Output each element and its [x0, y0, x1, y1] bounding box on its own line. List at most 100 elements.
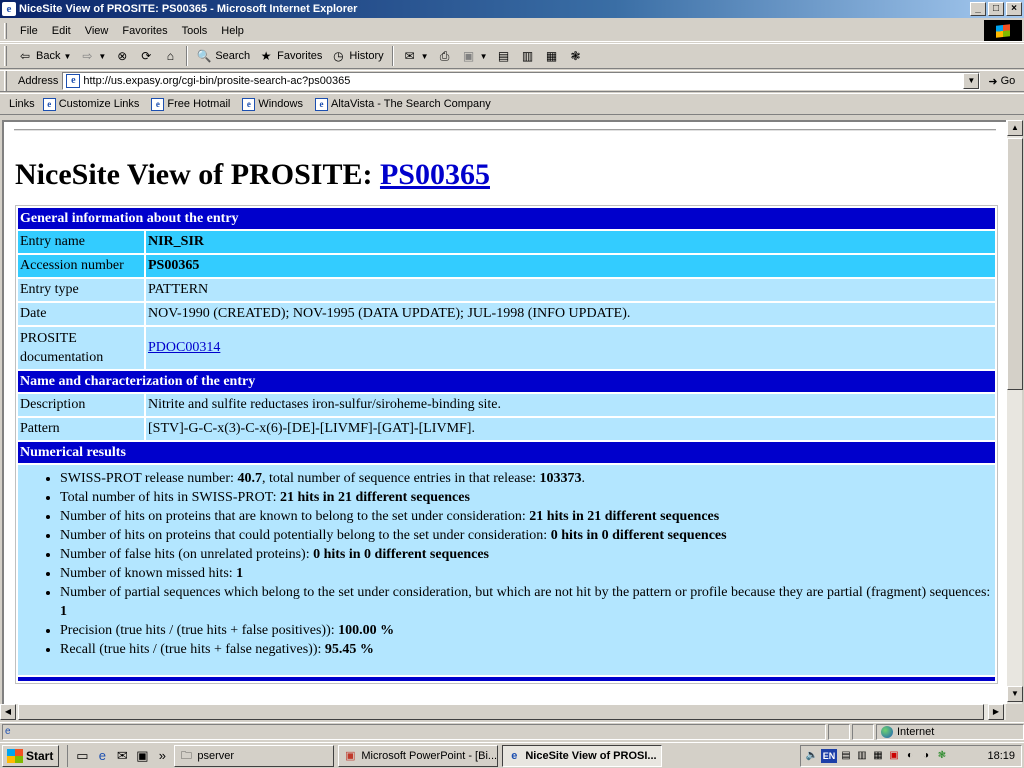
task-label: pserver: [197, 749, 235, 762]
scroll-left-icon[interactable]: ◀: [0, 704, 16, 720]
forward-button[interactable]: ⇨ ▼: [75, 46, 110, 66]
links-bar: Links e Customize Links e Free Hotmail e Wi…: [0, 93, 1024, 115]
address-input[interactable]: e http://us.expasy.org/cgi-bin/prosite-s…: [62, 72, 981, 90]
security-zone[interactable]: Internet: [876, 723, 1024, 740]
scroll-right-icon[interactable]: ▶: [988, 704, 1004, 720]
page-title: NiceSite View of PROSITE: PS00365: [15, 157, 998, 193]
settings-flower-icon: ❃: [570, 49, 581, 63]
system-tray: 🔈 EN ▤ ▥ ▦ ▣ ◐ ◑ ❃ 18:19: [800, 744, 1022, 767]
powerpoint-icon: ▣: [345, 749, 356, 762]
entry-type-label: Entry type: [18, 279, 144, 301]
horizontal-scroll-thumb[interactable]: [18, 704, 984, 720]
chevron-down-icon[interactable]: ▼: [480, 52, 488, 61]
link-label: Free Hotmail: [167, 98, 231, 110]
discuss-icon: ▤: [497, 49, 510, 63]
toolbar-grip[interactable]: [4, 71, 7, 91]
close-button[interactable]: ×: [1006, 2, 1022, 16]
list-item: Number of hits on proteins that could po…: [60, 526, 993, 545]
title-bar: e NiceSite View of PROSITE: PS00365 - Mi…: [0, 0, 1024, 18]
results-list: SWISS-PROT release number: 40.7, total n…: [60, 467, 993, 673]
start-label: Start: [26, 748, 54, 763]
page-viewport[interactable]: NiceSite View of PROSITE: PS00365 Genera…: [2, 120, 1006, 704]
link-customize[interactable]: e Customize Links: [42, 97, 139, 111]
discuss-button[interactable]: ▤: [492, 46, 516, 66]
refresh-button[interactable]: ⟳: [134, 46, 158, 66]
network-icon[interactable]: ▥: [855, 749, 869, 763]
show-desktop-icon[interactable]: ▭: [74, 748, 90, 764]
start-button[interactable]: Start: [2, 744, 60, 767]
menu-edit[interactable]: Edit: [45, 23, 78, 39]
maximize-button[interactable]: □: [988, 2, 1004, 16]
media-icon[interactable]: ◐: [903, 749, 917, 763]
menu-view[interactable]: View: [78, 23, 116, 39]
go-button[interactable]: ➜ Go: [988, 75, 1015, 88]
stop-button[interactable]: ⊗: [110, 46, 134, 66]
back-button[interactable]: ⇦ Back ▼: [13, 46, 75, 66]
section-numerical-header: Numerical results: [18, 442, 995, 463]
accession-link[interactable]: PS00365: [380, 158, 490, 191]
horizontal-scrollbar[interactable]: ◀ ▶: [0, 704, 1006, 720]
doc-link[interactable]: PDOC00314: [148, 340, 220, 355]
network-icon[interactable]: ▤: [839, 749, 853, 763]
scroll-thumb[interactable]: [1007, 138, 1023, 390]
search-button[interactable]: 🔍 Search: [192, 46, 254, 66]
messenger-button[interactable]: ▦: [540, 46, 564, 66]
list-item: Number of partial sequences which belong…: [60, 583, 993, 621]
home-button[interactable]: ⌂: [158, 46, 182, 66]
link-altavista[interactable]: e AltaVista - The Search Company: [314, 97, 491, 111]
clock[interactable]: 18:19: [987, 750, 1015, 762]
task-powerpoint[interactable]: ▣ Microsoft PowerPoint - [Bi...: [338, 744, 499, 767]
address-url[interactable]: http://us.expasy.org/cgi-bin/prosite-sea…: [83, 75, 963, 87]
ie-app-icon[interactable]: e: [2, 2, 16, 16]
status-text: e: [2, 723, 826, 740]
chevron-down-icon[interactable]: ▼: [421, 52, 429, 61]
links-label[interactable]: Links: [9, 98, 35, 110]
task-ie-nicesite[interactable]: e NiceSite View of PROSI...: [502, 744, 663, 767]
menu-file[interactable]: File: [13, 23, 45, 39]
history-button[interactable]: ◷ History: [326, 46, 387, 66]
edit-button[interactable]: ▣ ▼: [457, 46, 492, 66]
chevron-down-icon[interactable]: ▼: [63, 52, 71, 61]
menu-tools[interactable]: Tools: [175, 23, 215, 39]
toolbar-grip[interactable]: [4, 46, 7, 66]
chevron-right-icon[interactable]: »: [154, 748, 170, 764]
mail-button[interactable]: ✉ ▼: [398, 46, 433, 66]
volume-icon[interactable]: 🔈: [805, 749, 819, 763]
history-label: History: [349, 50, 384, 62]
research-icon: ▥: [521, 49, 534, 63]
chevron-down-icon[interactable]: ▼: [963, 73, 980, 89]
link-windows[interactable]: e Windows: [242, 97, 303, 111]
doc-label: PROSITE documentation: [18, 327, 144, 369]
outlook-icon[interactable]: ✉: [114, 748, 130, 764]
link-hotmail[interactable]: e Free Hotmail: [151, 97, 231, 111]
extra-button[interactable]: ❃: [564, 46, 588, 66]
print-button[interactable]: ⎙: [433, 46, 457, 66]
list-item: Number of known missed hits: 1: [60, 564, 993, 583]
chevron-down-icon[interactable]: ▼: [98, 52, 106, 61]
scroll-down-icon[interactable]: ▼: [1007, 686, 1023, 702]
menu-help[interactable]: Help: [214, 23, 251, 39]
favorites-label: Favorites: [277, 50, 323, 62]
table-row: Description Nitrite and sulfite reductas…: [18, 394, 995, 416]
zone-label: Internet: [897, 725, 935, 738]
vertical-scrollbar[interactable]: ▲ ▼: [1006, 120, 1023, 704]
scroll-up-icon[interactable]: ▲: [1007, 120, 1023, 136]
research-button[interactable]: ▥: [516, 46, 540, 66]
edit-page-icon: ▣: [462, 49, 475, 63]
language-indicator[interactable]: EN: [821, 748, 837, 763]
app-tray-icon[interactable]: ▦: [871, 749, 885, 763]
app-icon[interactable]: ▣: [134, 748, 150, 764]
favorites-folder-icon: ★: [260, 49, 272, 63]
task-pserver[interactable]: 🗀 pserver: [174, 744, 335, 767]
favorites-button[interactable]: ★ Favorites: [254, 46, 326, 66]
sound-icon[interactable]: ◑: [919, 749, 933, 763]
internet-explorer-icon[interactable]: e: [94, 748, 110, 764]
acrobat-icon[interactable]: ▣: [887, 749, 901, 763]
windows-logo-icon: [984, 20, 1022, 41]
task-label: NiceSite View of PROSI...: [525, 749, 657, 762]
settings-flower-icon[interactable]: ❃: [935, 749, 949, 763]
minimize-button[interactable]: _: [970, 2, 986, 16]
section-divider: [18, 677, 995, 681]
menu-favorites[interactable]: Favorites: [115, 23, 174, 39]
toolbar-grip[interactable]: [4, 22, 7, 39]
